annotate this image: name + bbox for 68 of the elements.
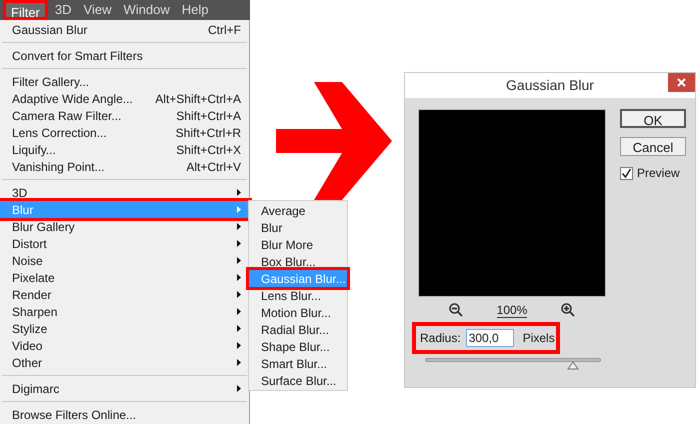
submenu-arrow-icon — [237, 325, 241, 332]
menu-item[interactable]: Lens Blur... — [249, 287, 347, 304]
menu-item[interactable]: Sharpen — [0, 303, 249, 320]
menu-bar-item[interactable]: View — [78, 0, 116, 20]
menu-item[interactable]: Pixelate — [0, 269, 249, 286]
menu-item[interactable]: Convert for Smart Filters — [0, 47, 249, 64]
menu-item[interactable]: Blur — [249, 219, 347, 236]
menu-item[interactable]: Lens Correction... Shift+Ctrl+R — [0, 124, 249, 141]
menu-item[interactable]: Camera Raw Filter... Shift+Ctrl+A — [0, 107, 249, 124]
menu-bar-item[interactable]: Window — [118, 0, 175, 20]
submenu-arrow-icon — [237, 342, 241, 349]
menu-item[interactable]: Shape Blur... — [249, 338, 347, 355]
menu-item[interactable]: Stylize — [0, 320, 249, 337]
zoom-in-icon[interactable] — [561, 303, 576, 317]
radius-label: Radius: — [420, 330, 461, 347]
zoom-out-icon[interactable] — [448, 303, 463, 317]
menu-item[interactable]: Radial Blur... — [249, 321, 347, 338]
submenu-arrow-icon — [237, 385, 241, 392]
menu-item[interactable]: Render — [0, 286, 249, 303]
menu-item[interactable]: Other — [0, 354, 249, 371]
submenu-arrow-icon — [237, 291, 241, 298]
menu-item[interactable]: Smart Blur... — [249, 355, 347, 372]
shortcut-label: Ctrl+F — [208, 22, 241, 38]
menu-item[interactable]: Vanishing Point... Alt+Ctrl+V — [0, 158, 249, 175]
dialog-button[interactable]: Cancel — [620, 137, 686, 156]
shortcut-label: Alt+Shift+Ctrl+A — [155, 90, 241, 108]
menu-item[interactable]: Surface Blur... — [249, 372, 347, 389]
submenu-arrow-icon — [237, 189, 241, 196]
submenu-arrow-icon — [237, 257, 241, 264]
menu-item[interactable]: Blur More — [249, 236, 347, 253]
submenu-arrow-icon — [237, 206, 241, 213]
zoom-level: 100% — [496, 302, 528, 318]
menu-item[interactable]: Video — [0, 337, 249, 354]
submenu-arrow-icon — [237, 274, 241, 281]
menu-item[interactable]: Browse Filters Online... — [0, 406, 249, 423]
menu-item[interactable]: Gaussian Blur Ctrl+F — [0, 21, 249, 38]
preview-checkbox[interactable] — [620, 166, 633, 180]
radius-slider[interactable] — [425, 356, 601, 370]
unit-label: Pixels — [522, 330, 555, 347]
window-title: Gaussian Blur — [506, 76, 594, 95]
preview-label: Preview — [637, 165, 680, 182]
menu-item[interactable]: 3D — [0, 184, 249, 201]
menu-item[interactable]: Motion Blur... — [249, 304, 347, 321]
radius-input[interactable]: 300,0 — [466, 329, 514, 347]
menu-item[interactable]: Noise — [0, 252, 249, 269]
menu-item[interactable]: Filter Gallery... — [0, 73, 249, 90]
shortcut-label: Alt+Ctrl+V — [186, 158, 241, 176]
close-button[interactable] — [668, 73, 695, 92]
submenu-arrow-icon — [237, 240, 241, 247]
shortcut-label: Shift+Ctrl+R — [176, 124, 241, 142]
shortcut-label: Shift+Ctrl+X — [176, 142, 241, 158]
menu-bar-item[interactable]: Help — [176, 0, 214, 20]
close-icon — [677, 78, 686, 87]
menu-item[interactable]: Blur Gallery — [0, 218, 249, 235]
menu-bar-item[interactable]: Filter — [3, 0, 48, 20]
submenu-arrow-icon — [237, 359, 241, 366]
menu-item[interactable]: Liquify... Shift+Ctrl+X — [0, 141, 249, 158]
arrow-icon — [276, 82, 392, 200]
menu-item[interactable]: Box Blur... — [249, 253, 347, 270]
dialog-button[interactable]: OK — [620, 109, 686, 128]
menu-item[interactable]: Digimarc — [0, 380, 249, 397]
menu-bar-item[interactable]: 3D — [50, 0, 77, 20]
submenu-arrow-icon — [237, 308, 241, 315]
menu-item[interactable]: Adaptive Wide Angle... Alt+Shift+Ctrl+A — [0, 90, 249, 107]
menu-item[interactable]: Distort — [0, 235, 249, 252]
menu-item[interactable]: Average — [249, 202, 347, 219]
submenu-arrow-icon — [237, 223, 241, 230]
shortcut-label: Shift+Ctrl+A — [176, 108, 241, 124]
